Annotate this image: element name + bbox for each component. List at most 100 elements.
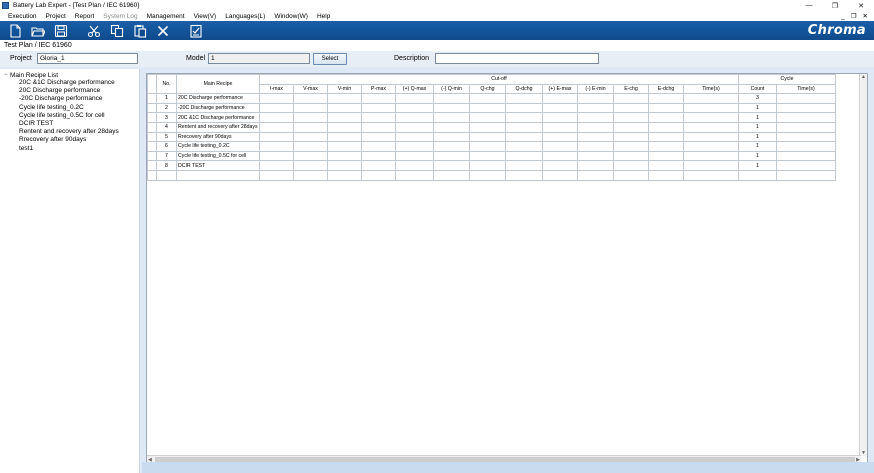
cell-cutoff[interactable] (259, 93, 294, 104)
mdi-restore-button[interactable]: ❐ (851, 12, 857, 20)
cell-main-recipe[interactable]: 20C &1C Discharge performance (176, 112, 260, 123)
cell-cycle-count[interactable]: 1 (738, 141, 777, 152)
cell-cutoff[interactable] (327, 141, 362, 152)
tree-item[interactable]: Rrecovery after 90days (0, 136, 139, 144)
cell-empty[interactable] (327, 169, 362, 181)
cell-cutoff[interactable] (361, 112, 396, 123)
cell-cutoff[interactable] (293, 160, 328, 171)
col-header-cutoff[interactable]: Time(s) (683, 83, 739, 95)
cell-cycle-count[interactable]: 3 (738, 93, 777, 104)
cell-cutoff[interactable] (293, 112, 328, 123)
cell-cutoff[interactable] (577, 93, 614, 104)
cell-empty[interactable] (361, 169, 396, 181)
cell-cutoff[interactable] (433, 93, 470, 104)
cell-cycle-time[interactable] (776, 141, 836, 152)
cell-cutoff[interactable] (683, 102, 739, 114)
cell-cutoff[interactable] (433, 102, 470, 114)
cell-cutoff[interactable] (433, 141, 470, 152)
delete-button[interactable] (152, 22, 174, 39)
cell-cycle-time[interactable] (776, 93, 836, 104)
cell-no[interactable]: 8 (156, 160, 177, 171)
description-input[interactable] (435, 53, 599, 64)
cell-cutoff[interactable] (613, 150, 649, 162)
cell-cutoff[interactable] (683, 121, 739, 133)
cell-cycle-time[interactable] (776, 112, 836, 123)
cell-cutoff[interactable] (361, 141, 396, 152)
cell-no[interactable]: 5 (156, 131, 177, 143)
row-selector[interactable] (147, 102, 157, 114)
cell-cutoff[interactable] (259, 112, 294, 123)
scroll-down-icon[interactable]: ▼ (861, 450, 866, 456)
cell-cutoff[interactable] (361, 131, 396, 143)
col-header-cutoff[interactable]: (+) E-max (542, 83, 578, 95)
cell-cutoff[interactable] (361, 93, 396, 104)
cell-cutoff[interactable] (683, 160, 739, 171)
cell-no[interactable]: 7 (156, 150, 177, 162)
cell-cutoff[interactable] (395, 150, 434, 162)
row-selector[interactable] (147, 131, 157, 143)
cell-cutoff[interactable] (542, 93, 578, 104)
cell-empty[interactable] (259, 169, 294, 181)
cell-cycle-count[interactable]: 1 (738, 121, 777, 133)
cell-cutoff[interactable] (683, 112, 739, 123)
cell-cutoff[interactable] (395, 121, 434, 133)
save-button[interactable] (50, 22, 72, 39)
col-header-main-recipe[interactable]: Main Recipe (176, 74, 260, 95)
cell-cutoff[interactable] (433, 121, 470, 133)
table-row[interactable]: 3 20C &1C Discharge performance 1 (147, 112, 836, 123)
cell-cycle-time[interactable] (776, 150, 836, 162)
cell-cutoff[interactable] (327, 131, 362, 143)
cell-cutoff[interactable] (648, 150, 684, 162)
row-selector[interactable] (147, 160, 157, 171)
cell-cutoff[interactable] (577, 160, 614, 171)
cell-cutoff[interactable] (577, 102, 614, 114)
cell-cutoff[interactable] (259, 131, 294, 143)
cell-cutoff[interactable] (327, 112, 362, 123)
menu-system-log[interactable]: System Log (103, 13, 137, 20)
menu-report[interactable]: Report (75, 13, 95, 20)
cell-cutoff[interactable] (648, 121, 684, 133)
cell-cycle-time[interactable] (776, 121, 836, 133)
cell-cutoff[interactable] (433, 112, 470, 123)
col-header-cutoff[interactable]: Q-dchg (505, 83, 543, 95)
tree-item[interactable]: -20C Discharge performance (0, 95, 139, 103)
cell-cycle-count[interactable]: 1 (738, 131, 777, 143)
cell-main-recipe[interactable]: Cycle life testing_0.2C (176, 141, 260, 152)
cell-cutoff[interactable] (613, 102, 649, 114)
cell-cutoff[interactable] (293, 121, 328, 133)
cell-cutoff[interactable] (683, 141, 739, 152)
scroll-up-icon[interactable]: ▲ (861, 74, 866, 80)
cell-empty[interactable] (505, 169, 543, 181)
new-file-button[interactable] (4, 22, 26, 39)
tree-item[interactable]: 20C &1C Discharge performance (0, 79, 139, 87)
col-header-cutoff[interactable]: E-chg (613, 83, 649, 95)
cell-cutoff[interactable] (683, 131, 739, 143)
menu-view[interactable]: View(V) (194, 13, 217, 20)
cell-cutoff[interactable] (542, 102, 578, 114)
select-button[interactable]: Select (313, 53, 347, 65)
paste-button[interactable] (129, 22, 151, 39)
row-selector[interactable] (147, 150, 157, 162)
row-selector[interactable] (147, 141, 157, 152)
col-header-cycle[interactable]: Count (738, 83, 777, 95)
cell-empty[interactable] (147, 169, 157, 181)
cell-cutoff[interactable] (327, 150, 362, 162)
cell-cutoff[interactable] (327, 160, 362, 171)
cell-empty[interactable] (683, 169, 739, 181)
cell-empty[interactable] (738, 169, 777, 181)
project-input[interactable] (37, 53, 138, 64)
cell-cycle-count[interactable]: 1 (738, 160, 777, 171)
cell-cutoff[interactable] (395, 93, 434, 104)
cell-empty[interactable] (542, 169, 578, 181)
table-row[interactable]: 2 -20C Discharge performance 1 (147, 102, 836, 114)
cell-cutoff[interactable] (505, 121, 543, 133)
cell-cutoff[interactable] (577, 150, 614, 162)
table-row[interactable]: 5 Rrecovery after 90days 1 (147, 131, 836, 143)
cell-cutoff[interactable] (395, 131, 434, 143)
cell-cutoff[interactable] (577, 121, 614, 133)
cell-cutoff[interactable] (577, 141, 614, 152)
open-button[interactable] (27, 22, 49, 39)
cell-no[interactable]: 6 (156, 141, 177, 152)
cell-main-recipe[interactable]: 20C Discharge performance (176, 93, 260, 104)
table-row[interactable]: 6 Cycle life testing_0.2C 1 (147, 141, 836, 152)
